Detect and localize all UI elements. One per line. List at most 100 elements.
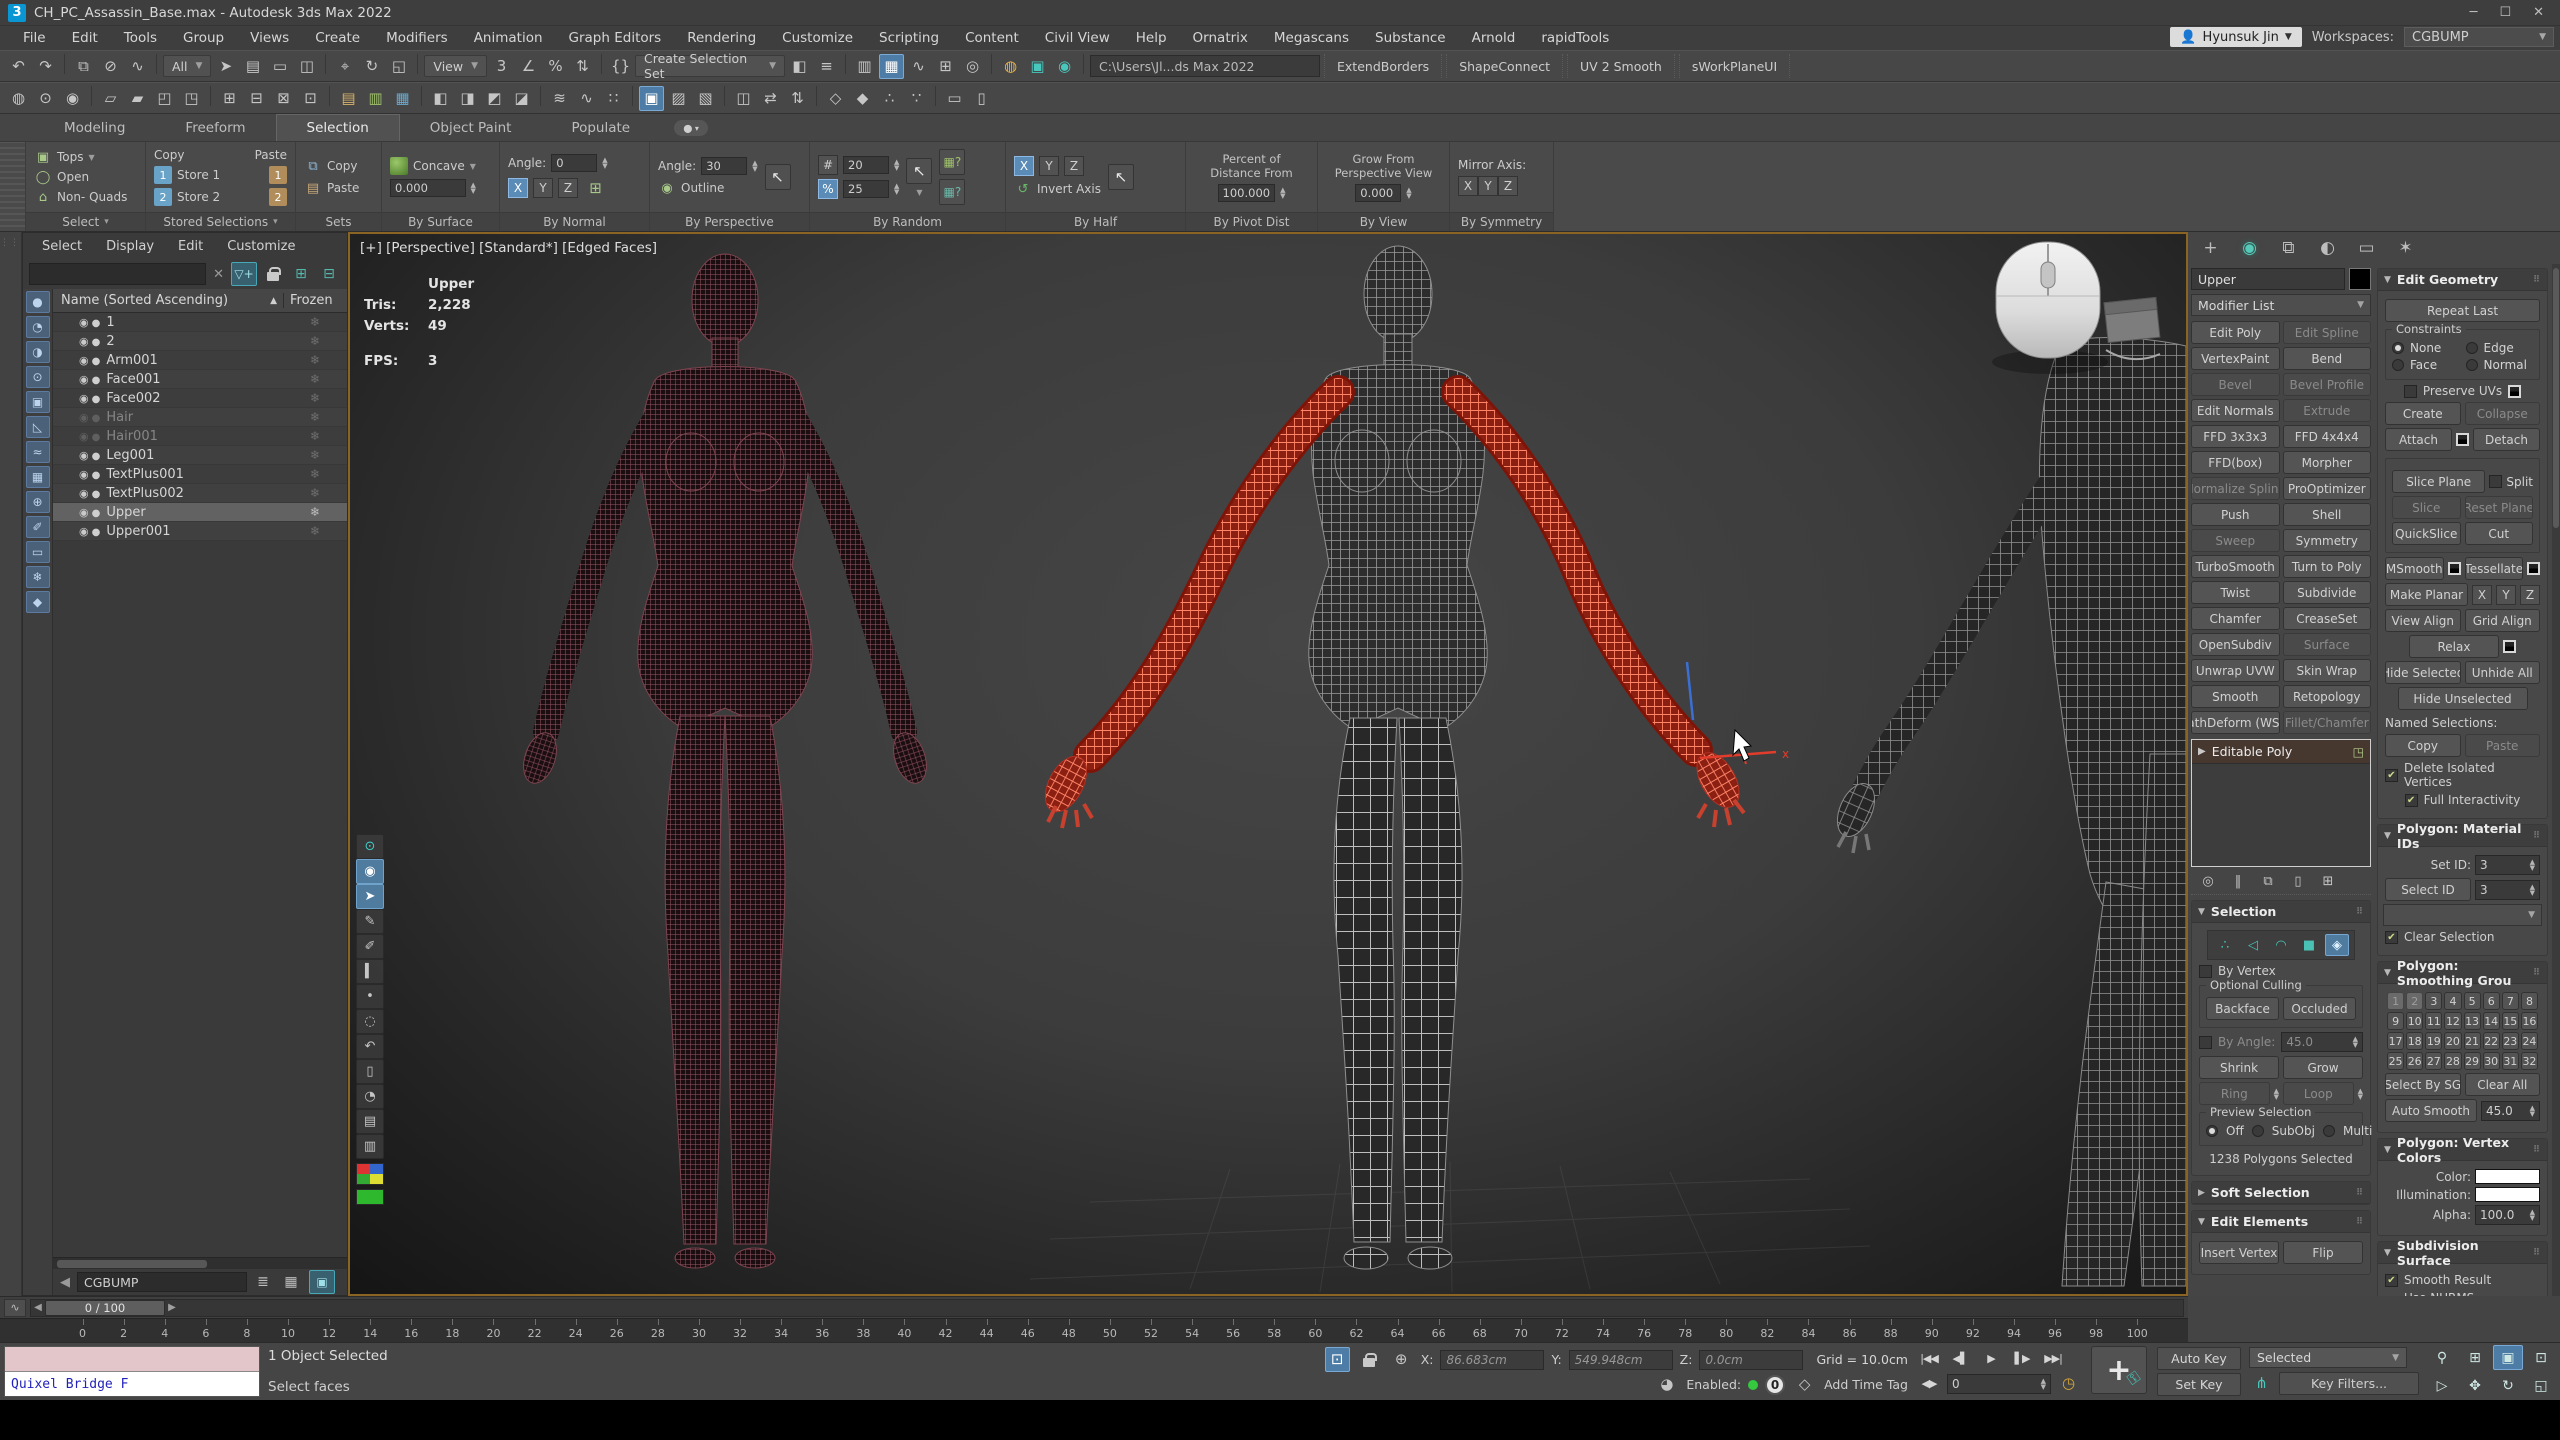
time-tag-cube-icon[interactable]: ◇: [1792, 1372, 1817, 1397]
by-angle-checkbox[interactable]: [2199, 1036, 2212, 1049]
preview-subobj-radio[interactable]: [2252, 1125, 2264, 1137]
selection-filter-dropdown[interactable]: All▼: [163, 55, 211, 77]
select-and-rotate-icon[interactable]: ↻: [359, 54, 384, 79]
menu-item[interactable]: Modifiers: [373, 27, 461, 49]
marker-icon[interactable]: ▍: [356, 959, 384, 984]
explorer-pin-icon[interactable]: ▦: [279, 1270, 303, 1294]
hide-unselected-button[interactable]: Hide Unselected: [2398, 687, 2528, 710]
listener-macro-row[interactable]: [5, 1347, 259, 1371]
select-by-sg-button[interactable]: Select By SG: [2385, 1073, 2461, 1096]
visibility-eye-icon[interactable]: [53, 391, 92, 406]
Face002[interactable]: Face002: [53, 389, 347, 408]
unlink-selection-icon[interactable]: ⊘: [98, 54, 123, 79]
modifier-button[interactable]: Unwrap UVW: [2191, 659, 2280, 682]
grid-align-button[interactable]: Grid Align: [2465, 609, 2541, 632]
current-frame-field[interactable]: 0▲▼: [1947, 1374, 2051, 1394]
toolbar-text-button[interactable]: sWorkPlaneUI: [1679, 54, 1790, 78]
annotate-lamp-icon[interactable]: ⊙: [356, 834, 384, 859]
cut-button[interactable]: Cut: [2465, 522, 2534, 545]
frame-badge[interactable]: 0: [1765, 1375, 1785, 1395]
pencil-icon[interactable]: ✎: [356, 909, 384, 934]
menu-item[interactable]: Animation: [461, 27, 556, 49]
smoothing-group-button[interactable]: 20: [2444, 1032, 2461, 1050]
smoothing-group-button[interactable]: 23: [2502, 1032, 2519, 1050]
smoothing-group-button[interactable]: 1: [2387, 992, 2404, 1010]
modifier-button[interactable]: Push: [2191, 503, 2280, 526]
hide-selected-button[interactable]: Hide Selected: [2385, 661, 2461, 684]
explorer-menu-item[interactable]: Display: [95, 237, 165, 256]
modifier-button[interactable]: Bend: [2283, 347, 2372, 370]
store1-copy-icon[interactable]: 1: [154, 166, 172, 184]
modeling-tool-icon[interactable]: ▭: [942, 86, 967, 111]
pick-by-half-button[interactable]: ↖: [1108, 164, 1134, 190]
modeling-tool-icon[interactable]: ▰: [125, 86, 150, 111]
hierarchy-tab-icon[interactable]: ⧉: [2276, 236, 2301, 261]
previous-frame-arrow[interactable]: ◀: [31, 1302, 45, 1313]
modifier-button[interactable]: Smooth: [2191, 685, 2280, 708]
render-setup-icon[interactable]: ◍: [998, 54, 1023, 79]
mini-curve-editor-button[interactable]: ∿: [4, 1299, 26, 1317]
dot-icon[interactable]: •: [356, 984, 384, 1009]
menu-item[interactable]: Ornatrix: [1180, 27, 1261, 49]
frozen-snowflake-icon[interactable]: [283, 391, 347, 405]
explorer-settings-icon[interactable]: ≣: [251, 1270, 275, 1294]
modeling-tool-icon[interactable]: ◨: [455, 86, 480, 111]
set-id-spinner[interactable]: 3▲▼: [2475, 855, 2540, 875]
explorer-search-input[interactable]: [29, 263, 206, 285]
store2-copy-icon[interactable]: 2: [154, 188, 172, 206]
detach-button[interactable]: Detach: [2473, 428, 2540, 451]
annotation-filter-icon[interactable]: ✐: [26, 516, 50, 538]
Leg001[interactable]: Leg001: [53, 446, 347, 465]
planar-y-button[interactable]: Y: [2496, 585, 2516, 605]
modeling-tool-icon[interactable]: ▧: [693, 86, 718, 111]
bucket-icon[interactable]: ◔: [356, 1084, 384, 1109]
render-dot-icon[interactable]: [92, 505, 107, 520]
selection-lock-icon[interactable]: [1357, 1347, 1382, 1372]
menu-item[interactable]: Civil View: [1032, 27, 1123, 49]
modifier-button[interactable]: Sweep: [2191, 529, 2280, 552]
modeling-tool-icon[interactable]: ◉: [60, 86, 85, 111]
track-bar[interactable]: 0246810121416182022242628303234363840424…: [0, 1318, 2188, 1342]
smoothing-group-button[interactable]: 4: [2444, 992, 2461, 1010]
z-coordinate-field[interactable]: 0.0cm: [1699, 1350, 1803, 1370]
relax-button[interactable]: Relax: [2409, 635, 2499, 658]
smoothing-group-button[interactable]: 3: [2425, 992, 2442, 1010]
modifier-button[interactable]: OpenSubdiv: [2191, 633, 2280, 656]
Hair[interactable]: Hair: [53, 408, 347, 427]
trash-icon[interactable]: ▯: [356, 1059, 384, 1084]
frozen-snowflake-icon[interactable]: [283, 334, 347, 348]
modifier-button[interactable]: VertexPaint: [2191, 347, 2280, 370]
layer-explorer-icon[interactable]: ▥: [852, 54, 877, 79]
panel-caption[interactable]: By Random: [810, 212, 1005, 231]
Upper001[interactable]: Upper001: [53, 522, 347, 541]
visibility-eye-icon[interactable]: [53, 505, 92, 520]
panel-caption[interactable]: By Symmetry: [1450, 212, 1553, 231]
close-button[interactable]: ✕: [2533, 5, 2544, 20]
zoom-icon[interactable]: ⚲: [2427, 1345, 2457, 1370]
frozen-snowflake-icon[interactable]: [283, 505, 347, 519]
frozen-snowflake-icon[interactable]: [283, 429, 347, 443]
modifier-button[interactable]: Morpher: [2283, 451, 2372, 474]
smoothing-group-button[interactable]: 2: [2406, 992, 2423, 1010]
frozen-snowflake-icon[interactable]: [283, 467, 347, 481]
modifier-button[interactable]: PathDeform (WSM: [2191, 711, 2280, 734]
time-slider-channel[interactable]: ◀ 0 / 100 ▶: [30, 1299, 2184, 1317]
user-account-button[interactable]: 👤 Hyunsuk Jin ▼: [2170, 27, 2301, 47]
viewport[interactable]: [+] [Perspective] [Standard*] [Edged Fac…: [348, 232, 2188, 1296]
lock-icon[interactable]: [261, 262, 285, 286]
ribbon-tab[interactable]: Selection: [276, 114, 400, 141]
lasso-icon[interactable]: ◌: [356, 1009, 384, 1034]
Face001[interactable]: Face001: [53, 370, 347, 389]
smoothing-group-button[interactable]: 27: [2425, 1052, 2442, 1070]
modifier-button[interactable]: Edit Poly: [2191, 321, 2280, 344]
Hair001[interactable]: Hair001: [53, 427, 347, 446]
filter-funnel-icon[interactable]: ▽+: [231, 262, 257, 286]
split-checkbox[interactable]: [2489, 475, 2502, 488]
pick-by-perspective-button[interactable]: ↖: [765, 164, 791, 190]
ring-button[interactable]: Ring: [2199, 1082, 2270, 1105]
smoothing-group-button[interactable]: 14: [2483, 1012, 2500, 1030]
preview-multi-radio[interactable]: [2323, 1125, 2335, 1137]
menu-item[interactable]: Views: [237, 27, 302, 49]
modifier-button[interactable]: Twist: [2191, 581, 2280, 604]
flip-button[interactable]: Flip: [2283, 1241, 2363, 1264]
